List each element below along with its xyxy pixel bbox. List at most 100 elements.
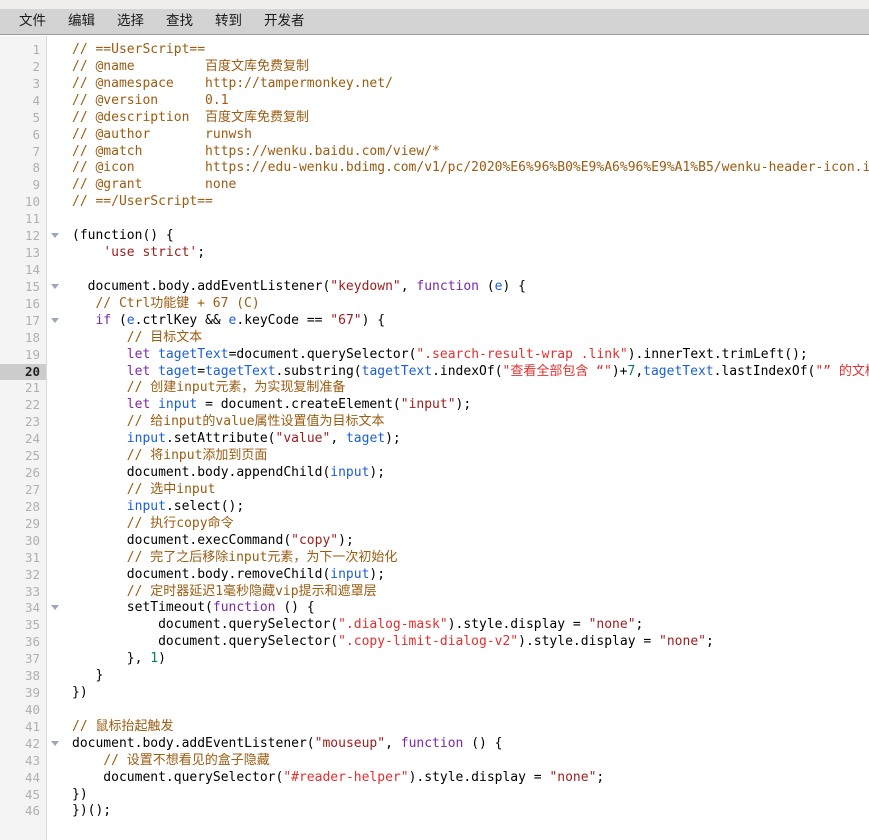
code-line[interactable]: })(); bbox=[72, 803, 869, 820]
code-line[interactable] bbox=[72, 262, 869, 279]
fold-slot bbox=[47, 194, 63, 211]
code-line[interactable]: 'use strict'; bbox=[72, 245, 869, 262]
code-line[interactable]: // @author runwsh bbox=[72, 127, 869, 144]
code-line[interactable]: let input = document.createElement("inpu… bbox=[72, 397, 869, 414]
code-line[interactable]: }) bbox=[72, 685, 869, 702]
code-fold-gutter[interactable] bbox=[47, 36, 63, 840]
fold-slot[interactable] bbox=[47, 228, 63, 245]
chevron-down-icon[interactable] bbox=[51, 605, 59, 611]
code-line[interactable]: // 鼠标抬起触发 bbox=[72, 719, 869, 736]
code-token-var: input bbox=[126, 498, 166, 514]
code-line[interactable] bbox=[72, 702, 869, 719]
code-content-area[interactable]: // ==UserScript==// @name 百度文库免费复制// @na… bbox=[63, 36, 869, 840]
code-token-kw: function bbox=[416, 278, 480, 294]
line-number: 9 bbox=[32, 177, 40, 193]
line-number: 37 bbox=[24, 651, 40, 667]
code-line[interactable]: document.execCommand("copy"); bbox=[72, 533, 869, 550]
code-token-str: 'use strict' bbox=[103, 245, 198, 261]
fold-slot[interactable] bbox=[47, 279, 63, 296]
code-line[interactable]: // @name 百度文库免费复制 bbox=[72, 59, 869, 76]
fold-slot bbox=[47, 719, 63, 736]
code-token-var: tagetText bbox=[643, 363, 714, 379]
fold-slot[interactable] bbox=[47, 313, 63, 330]
menu-item-developer[interactable]: 开发者 bbox=[253, 2, 316, 35]
code-line[interactable]: // 给input的value属性设置值为目标文本 bbox=[72, 414, 869, 431]
code-line[interactable]: // 设置不想看见的盒子隐藏 bbox=[72, 753, 869, 770]
code-token-txt: .indexOf( bbox=[432, 363, 503, 379]
code-token-txt: document.querySelector( bbox=[72, 617, 339, 633]
menu-item-file[interactable]: 文件 bbox=[8, 2, 57, 35]
menu-item-edit[interactable]: 编辑 bbox=[57, 2, 106, 35]
code-line[interactable]: // @description 百度文库免费复制 bbox=[72, 110, 869, 127]
line-number: 24 bbox=[24, 431, 40, 447]
code-line[interactable]: document.body.addEventListener("keydown"… bbox=[72, 279, 869, 296]
code-line[interactable]: let taget=tagetText.substring(tagetText.… bbox=[72, 364, 869, 381]
code-line[interactable]: }) bbox=[72, 787, 869, 804]
line-number: 35 bbox=[24, 617, 40, 633]
code-line[interactable]: // 选中input bbox=[72, 482, 869, 499]
code-line[interactable]: document.querySelector(".copy-limit-dial… bbox=[72, 634, 869, 651]
line-number: 38 bbox=[24, 668, 40, 684]
code-line[interactable]: // 将input添加到页面 bbox=[72, 448, 869, 465]
code-line[interactable]: (function() { bbox=[72, 228, 869, 245]
code-editor[interactable]: 1 2 3 4 5 6 7 8 9 10 11 12 13 14 15 16 17 18 19 20 21 22 23 24 2… bbox=[0, 36, 869, 840]
code-line[interactable]: // @match https://wenku.baidu.com/view/* bbox=[72, 144, 869, 161]
code-line[interactable]: document.body.removeChild(input); bbox=[72, 567, 869, 584]
code-line[interactable]: // ==UserScript== bbox=[72, 42, 869, 59]
code-line[interactable]: // @grant none bbox=[72, 177, 869, 194]
code-line[interactable]: document.querySelector(".dialog-mask").s… bbox=[72, 617, 869, 634]
code-line[interactable]: // @namespace http://tampermonkey.net/ bbox=[72, 76, 869, 93]
code-line[interactable]: // 定时器延迟1毫秒隐藏vip提示和遮罩层 bbox=[72, 584, 869, 601]
code-line[interactable]: let tagetText=document.querySelector(".s… bbox=[72, 347, 869, 364]
fold-slot bbox=[47, 110, 63, 127]
line-number: 25 bbox=[24, 448, 40, 464]
code-line[interactable]: } bbox=[72, 668, 869, 685]
code-line[interactable]: setTimeout(function () { bbox=[72, 600, 869, 617]
code-line[interactable] bbox=[72, 211, 869, 228]
code-line[interactable]: // 创建input元素，为实现复制准备 bbox=[72, 380, 869, 397]
code-line[interactable]: // 执行copy命令 bbox=[72, 516, 869, 533]
code-line[interactable]: document.body.appendChild(input); bbox=[72, 465, 869, 482]
code-token-txt: ) bbox=[158, 651, 166, 667]
code-line[interactable]: document.body.addEventListener("mouseup"… bbox=[72, 736, 869, 753]
line-number: 23 bbox=[24, 414, 40, 430]
code-token-num: 1 bbox=[150, 651, 159, 667]
code-line[interactable]: // @version 0.1 bbox=[72, 93, 869, 110]
fold-slot bbox=[47, 177, 63, 194]
code-line[interactable]: document.querySelector("#reader-helper")… bbox=[72, 770, 869, 787]
chevron-down-icon[interactable] bbox=[51, 283, 59, 289]
fold-slot bbox=[47, 533, 63, 550]
code-line[interactable]: // Ctrl功能键 + 67 (C) bbox=[72, 296, 869, 313]
code-line[interactable]: input.select(); bbox=[72, 499, 869, 516]
code-token-txt: () { bbox=[275, 600, 315, 616]
code-line[interactable]: // ==/UserScript== bbox=[72, 194, 869, 211]
code-token-kw: let bbox=[126, 363, 151, 379]
code-line[interactable]: if (e.ctrlKey && e.keyCode == "67") { bbox=[72, 313, 869, 330]
chevron-down-icon[interactable] bbox=[51, 740, 59, 746]
code-token-com: // @namespace http://tampermonkey.net/ bbox=[72, 75, 393, 91]
code-line[interactable]: // 完了之后移除input元素，为下一次初始化 bbox=[72, 550, 869, 567]
fold-slot[interactable] bbox=[47, 600, 63, 617]
code-line[interactable]: }, 1) bbox=[72, 651, 869, 668]
code-token-txt: ) { bbox=[361, 312, 386, 328]
chevron-down-icon[interactable] bbox=[51, 233, 59, 239]
menu-item-selection[interactable]: 选择 bbox=[106, 2, 155, 35]
line-number: 13 bbox=[24, 245, 40, 261]
line-number: 44 bbox=[24, 769, 40, 785]
code-line[interactable]: input.setAttribute("value", taget); bbox=[72, 431, 869, 448]
code-line[interactable]: // 目标文本 bbox=[72, 330, 869, 347]
code-token-str2: "#reader-helper" bbox=[283, 769, 409, 785]
fold-slot[interactable] bbox=[47, 736, 63, 753]
line-number: 4 bbox=[32, 92, 40, 108]
menu-item-find[interactable]: 查找 bbox=[155, 2, 204, 35]
menu-item-goto[interactable]: 转到 bbox=[204, 2, 253, 35]
chevron-down-icon[interactable] bbox=[51, 317, 59, 323]
code-token-str: "none" bbox=[659, 634, 706, 650]
code-line[interactable]: // @icon https://edu-wenku.bdimg.com/v1/… bbox=[72, 160, 869, 177]
fold-slot bbox=[47, 144, 63, 161]
